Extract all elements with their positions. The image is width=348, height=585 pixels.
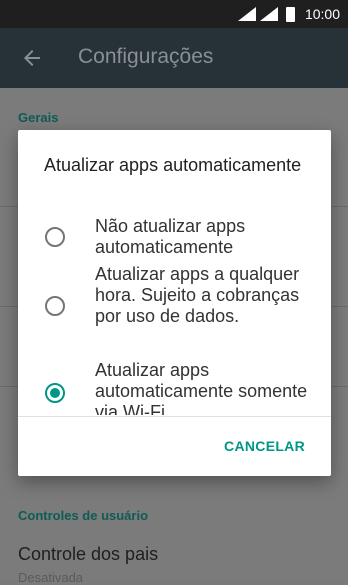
dialog-title: Atualizar apps automaticamente xyxy=(44,155,302,175)
section-header-general: Gerais xyxy=(18,110,59,125)
option-label: Atualizar apps a qualquer hora. Sujeito … xyxy=(95,264,300,326)
auto-update-dialog: Atualizar apps automaticamente Não atual… xyxy=(18,130,331,476)
options-list[interactable]: Não atualizar apps automaticamente Atual… xyxy=(18,210,331,415)
radio-button[interactable] xyxy=(45,227,65,247)
parental-control-status: Desativada xyxy=(18,570,84,585)
dialog-divider xyxy=(18,416,331,417)
signal-icon xyxy=(259,7,278,21)
app-bar: Configurações xyxy=(0,28,348,88)
status-bar: 10:00 xyxy=(0,0,348,28)
status-icons: 10:00 xyxy=(237,5,340,23)
radio-button[interactable] xyxy=(45,296,65,316)
page-title: Configurações xyxy=(78,45,214,68)
battery-icon xyxy=(285,6,295,22)
option-label: Atualizar apps automaticamente somente v… xyxy=(95,360,308,415)
clock: 10:00 xyxy=(304,6,340,22)
radio-button-selected[interactable] xyxy=(45,383,65,403)
cancel-button[interactable]: CANCELAR xyxy=(224,438,305,454)
section-header-user-controls: Controles de usuário xyxy=(18,508,149,523)
signal-icon xyxy=(237,7,256,21)
option-label: Não atualizar apps automaticamente xyxy=(95,216,246,257)
back-arrow-icon[interactable] xyxy=(20,46,44,70)
parental-control-title[interactable]: Controle dos pais xyxy=(18,544,158,565)
